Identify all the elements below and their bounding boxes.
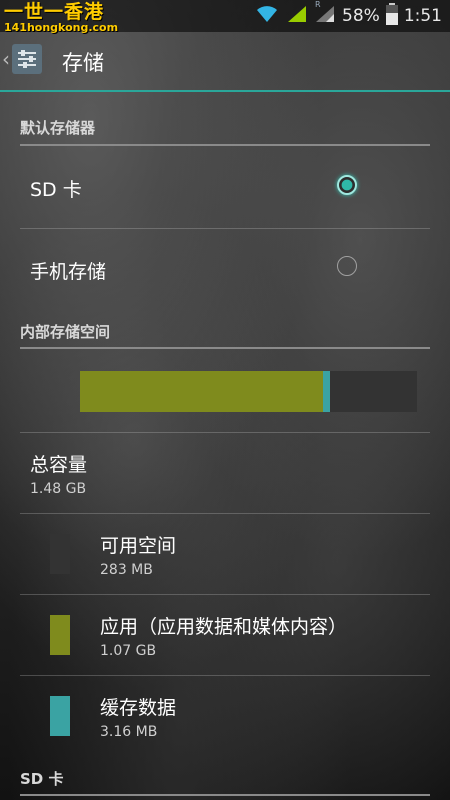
sd-card-radio[interactable] (337, 175, 357, 195)
internal-storage-header: 内部存储空间 (20, 323, 111, 341)
phone-storage-radio[interactable] (337, 256, 357, 276)
status-icons: R 58% 1:51 (254, 0, 442, 29)
back-button[interactable]: ‹ (2, 44, 42, 74)
status-bar: 一世一香港 141hongkong.com R 58% 1:51 (0, 0, 450, 34)
option-phone-storage-label: 手机存储 (30, 261, 107, 283)
apps-value: 1.07 GB (100, 643, 157, 659)
cache-label: 缓存数据 (100, 697, 177, 719)
watermark-title: 一世一香港 (4, 1, 105, 23)
cache-swatch (50, 696, 70, 736)
default-storage-header: 默认存储器 (20, 119, 96, 137)
battery-percent: 58% (342, 6, 380, 26)
page-title: 存储 (62, 51, 104, 75)
watermark-logo: 一世一香港 141hongkong.com (4, 2, 118, 34)
sd-card-header: SD 卡 (20, 770, 64, 788)
wifi-icon (254, 4, 280, 28)
cache-row[interactable]: 缓存数据 3.16 MB (0, 676, 450, 756)
section-divider (20, 794, 430, 796)
settings-app-icon (12, 44, 42, 74)
total-capacity-row: 总容量 1.48 GB (20, 433, 430, 513)
option-phone-storage[interactable]: 手机存储 (20, 229, 430, 312)
usage-bar-apps-segment (80, 371, 324, 412)
usage-bar-cache-segment (323, 371, 331, 412)
cache-value: 3.16 MB (100, 724, 158, 740)
apps-label: 应用（应用数据和媒体内容） (100, 616, 348, 638)
option-sd-card-label: SD 卡 (30, 179, 82, 201)
roaming-label: R (315, 0, 321, 9)
signal-roaming-icon: R (314, 0, 336, 28)
action-bar: ‹ 存储 (0, 32, 450, 92)
free-space-value: 283 MB (100, 562, 153, 578)
clock: 1:51 (403, 6, 442, 26)
free-space-label: 可用空间 (100, 535, 177, 557)
section-divider (20, 347, 430, 349)
free-space-row[interactable]: 可用空间 283 MB (0, 514, 450, 594)
apps-swatch (50, 615, 70, 655)
battery-icon (385, 3, 398, 29)
storage-usage-bar (80, 371, 417, 412)
free-space-swatch (50, 534, 70, 574)
option-sd-card[interactable]: SD 卡 (20, 145, 430, 228)
total-capacity-value: 1.48 GB (30, 481, 87, 497)
back-chevron-icon: ‹ (2, 47, 10, 71)
signal-icon (286, 4, 308, 28)
total-capacity-label: 总容量 (30, 454, 88, 476)
apps-row[interactable]: 应用（应用数据和媒体内容） 1.07 GB (0, 595, 450, 675)
